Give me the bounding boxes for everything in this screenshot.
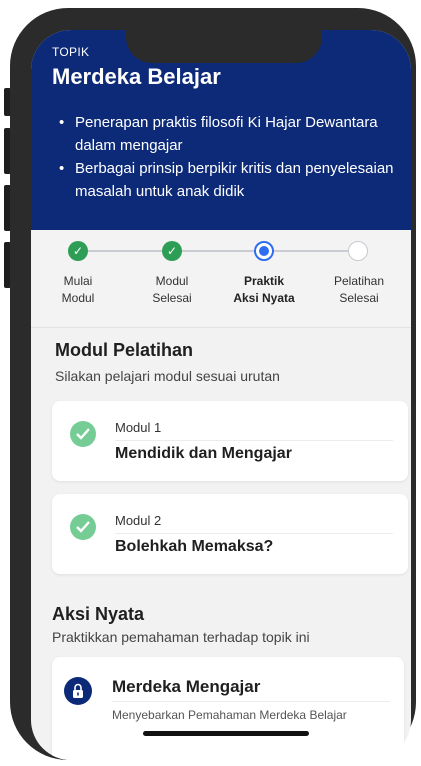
divider <box>115 440 393 441</box>
topic-title: Merdeka Belajar <box>52 64 221 89</box>
step-label-pelatihan-selesai: Pelatihan Selesai <box>333 274 385 305</box>
step-label-modul-selesai: Modul Selesai <box>152 274 192 305</box>
phone-notch <box>126 30 322 63</box>
phone-frame: TOPIK Merdeka Belajar Penerapan praktis … <box>10 8 416 760</box>
home-indicator[interactable] <box>143 731 309 736</box>
step-complete-icon: ✓ <box>68 241 88 261</box>
aksi-card-title: Merdeka Mengajar <box>112 677 261 696</box>
modules-title: Modul Pelatihan <box>55 340 194 360</box>
topic-bullet: Penerapan praktis filosofi Ki Hajar Dewa… <box>59 111 399 157</box>
modules-subtitle: Silakan pelajari modul sesuai urutan <box>55 368 280 384</box>
divider <box>115 533 393 534</box>
aksi-subtitle: Praktikkan pemahaman terhadap topik ini <box>52 629 310 645</box>
module-number: Modul 2 <box>115 513 162 528</box>
lock-icon <box>64 677 92 705</box>
progress-stepper: ✓ ✓ Mulai Modul Modul Selesai Praktik Aksi … <box>31 230 411 328</box>
step-active-icon <box>254 241 274 261</box>
step-pending-icon <box>348 241 368 261</box>
step-connector <box>172 250 254 252</box>
divider <box>112 701 390 702</box>
aksi-card-description: Menyebarkan Pemahaman Merdeka Belajar <box>112 708 347 722</box>
topic-bullets: Penerapan praktis filosofi Ki Hajar Dewa… <box>59 111 399 203</box>
module-card[interactable]: Modul 1 Mendidik dan Mengajar <box>52 401 408 481</box>
check-circle-icon <box>70 514 96 540</box>
app-screen: TOPIK Merdeka Belajar Penerapan praktis … <box>31 30 411 760</box>
module-name: Mendidik dan Mengajar <box>115 445 292 462</box>
module-number: Modul 1 <box>115 420 162 435</box>
check-circle-icon <box>70 421 96 447</box>
step-label-praktik: Praktik Aksi Nyata <box>233 274 295 305</box>
step-connector <box>264 250 358 252</box>
aksi-nyata-card[interactable]: Merdeka Mengajar Menyebarkan Pemahaman M… <box>52 657 404 760</box>
module-card[interactable]: Modul 2 Bolehkah Memaksa? <box>52 494 408 574</box>
step-complete-icon: ✓ <box>162 241 182 261</box>
aksi-title: Aksi Nyata <box>52 604 145 624</box>
module-name: Bolehkah Memaksa? <box>115 538 274 555</box>
step-connector <box>78 250 162 252</box>
step-label-mulai-modul: Mulai Modul <box>61 274 95 305</box>
topic-bullet: Berbagai prinsip berpikir kritis dan pen… <box>59 157 399 203</box>
topic-label: TOPIK <box>52 45 90 59</box>
